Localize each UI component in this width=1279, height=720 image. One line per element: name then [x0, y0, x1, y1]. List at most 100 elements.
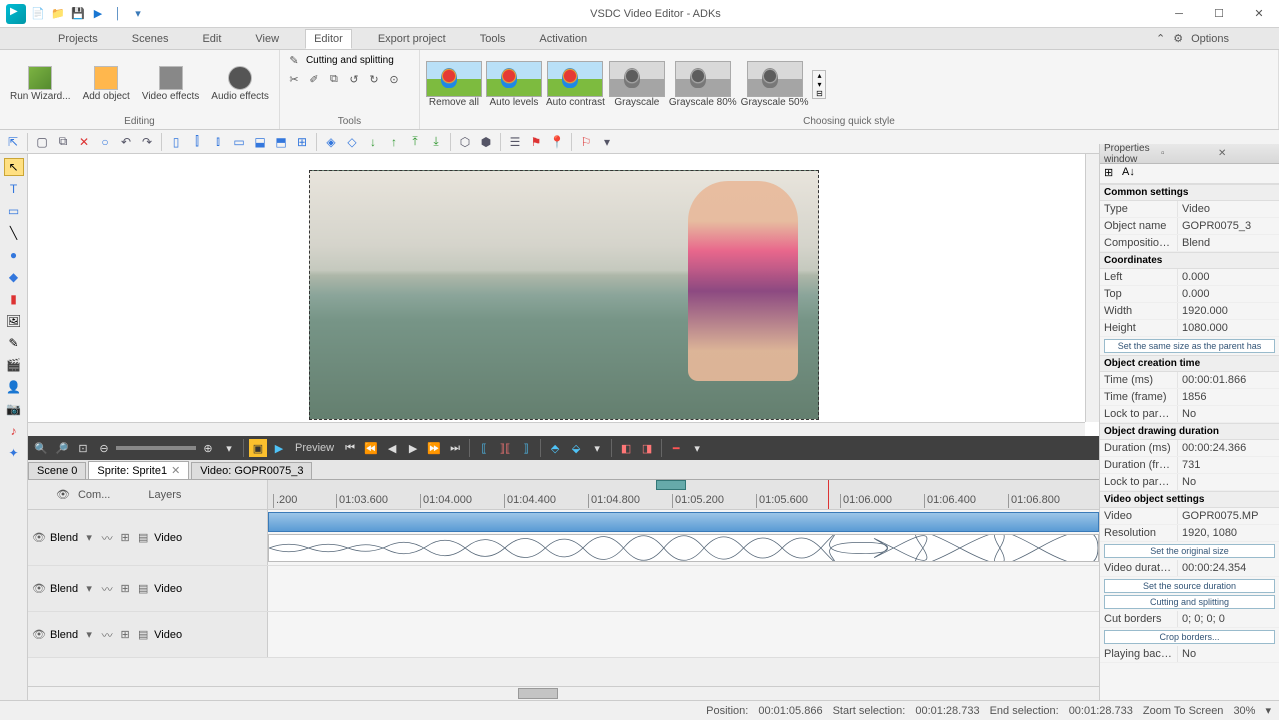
track-lock-icon[interactable]: ⊞ [118, 628, 132, 642]
tb-down-icon[interactable]: ↓ [364, 133, 382, 151]
zoom-minus-icon[interactable]: ⊖ [95, 439, 113, 457]
qat-more-icon[interactable]: ▾ [130, 6, 146, 22]
zoom-slider[interactable] [116, 446, 196, 450]
step-back-icon[interactable]: ◀ [383, 439, 401, 457]
preview-toggle-icon[interactable]: ▣ [249, 439, 267, 457]
track-eye-icon[interactable]: 👁 [32, 531, 46, 545]
track-blend[interactable]: Blend [50, 583, 78, 595]
tb-shape-2-icon[interactable]: ⬢ [477, 133, 495, 151]
tb-align-7-icon[interactable]: ⊞ [293, 133, 311, 151]
save-icon[interactable]: 💾 [70, 6, 86, 22]
panel-close-icon[interactable]: ✕ [1218, 148, 1275, 160]
tb-anchor-1-icon[interactable]: ◈ [322, 133, 340, 151]
play-icon[interactable]: ▶ [90, 6, 106, 22]
goto-start-icon[interactable]: ⏮ [341, 439, 359, 457]
prev-frame-icon[interactable]: ⏪ [362, 439, 380, 457]
track-layers-icon[interactable]: ▤ [136, 531, 150, 545]
zoom-out-icon[interactable]: 🔎 [53, 439, 71, 457]
set-original-size-button[interactable]: Set the original size [1104, 544, 1275, 558]
video-effects-button[interactable]: Video effects [138, 64, 203, 104]
tb-align-3-icon[interactable]: ⫾ [209, 133, 227, 151]
maximize-button[interactable]: ☐ [1199, 0, 1239, 28]
set-source-duration-button[interactable]: Set the source duration [1104, 579, 1275, 593]
track-eye-icon[interactable]: 👁 [32, 582, 46, 596]
lt-rect-icon[interactable]: ▭ [4, 202, 24, 220]
lt-text-icon[interactable]: T [4, 180, 24, 198]
preview-canvas[interactable] [309, 170, 819, 420]
status-zoom-label[interactable]: Zoom To Screen [1143, 705, 1224, 717]
cutting-splitting-button[interactable]: Cutting and splitting [1104, 595, 1275, 609]
lt-cam-icon[interactable]: 📷 [4, 400, 24, 418]
section-video[interactable]: Video object settings [1100, 491, 1279, 508]
zoom-fit-icon[interactable]: ⊡ [74, 439, 92, 457]
tb-align-1-icon[interactable]: ▯ [167, 133, 185, 151]
range-out-icon[interactable]: ◨ [638, 439, 656, 457]
video-clip[interactable] [268, 512, 1099, 532]
track-blend[interactable]: Blend [50, 629, 78, 641]
lt-select-icon[interactable]: ↖ [4, 158, 24, 176]
tool-icon-3[interactable]: ⧉ [326, 71, 342, 87]
split-icon[interactable]: ⟧⟦ [496, 439, 514, 457]
run-wizard-button[interactable]: Run Wizard... [6, 64, 75, 104]
track-layers-icon[interactable]: ▤ [136, 628, 150, 642]
tb-marker-icon[interactable]: ⚐ [577, 133, 595, 151]
section-coords[interactable]: Coordinates [1100, 252, 1279, 269]
play-button[interactable]: ▶ [270, 439, 288, 457]
sort-cat-icon[interactable]: ⊞ [1104, 166, 1118, 180]
track-content[interactable] [268, 510, 1099, 565]
timeline-scrollbar[interactable] [28, 686, 1099, 700]
tb-redo-icon[interactable]: ↷ [138, 133, 156, 151]
tb-align-6-icon[interactable]: ⬒ [272, 133, 290, 151]
marker-in-icon[interactable]: ⟦ [475, 439, 493, 457]
style-auto-levels[interactable]: Auto levels [486, 61, 542, 108]
color-drop-icon[interactable]: ▾ [688, 439, 706, 457]
audio-waveform[interactable] [268, 534, 1099, 562]
lt-ellipse-icon[interactable]: ● [4, 246, 24, 264]
tb-anchor-2-icon[interactable]: ◇ [343, 133, 361, 151]
tb-flag-icon[interactable]: ⚑ [527, 133, 545, 151]
zoom-dropdown-icon[interactable]: ▾ [220, 439, 238, 457]
cutting-splitting-button[interactable]: Cutting and splitting [306, 55, 394, 66]
tb-up-icon[interactable]: ↑ [385, 133, 403, 151]
preview-scroll-v[interactable] [1085, 154, 1099, 422]
zoom-plus-icon[interactable]: ⊕ [199, 439, 217, 457]
open-icon[interactable]: 📁 [50, 6, 66, 22]
tb-copy-icon[interactable]: ⧉ [54, 133, 72, 151]
tab-sprite[interactable]: Sprite: Sprite1✕ [88, 461, 189, 479]
close-button[interactable]: ✕ [1239, 0, 1279, 28]
tb-more-icon[interactable]: ▾ [598, 133, 616, 151]
tb-align-4-icon[interactable]: ▭ [230, 133, 248, 151]
tool-icon-1[interactable]: ✂ [286, 71, 302, 87]
playhead[interactable] [828, 480, 829, 509]
tb-top-icon[interactable]: ⤒ [406, 133, 424, 151]
lt-audio-icon[interactable]: ♪ [4, 422, 24, 440]
next-frame-icon[interactable]: ⏩ [425, 439, 443, 457]
new-icon[interactable]: 📄 [30, 6, 46, 22]
marker-out-icon[interactable]: ⟧ [517, 439, 535, 457]
snap-1-icon[interactable]: ⬘ [546, 439, 564, 457]
minimize-button[interactable]: ─ [1159, 0, 1199, 28]
audio-effects-button[interactable]: Audio effects [207, 64, 273, 104]
track-audio-icon[interactable]: 〰 [100, 531, 114, 545]
tool-icon-5[interactable]: ↻ [366, 71, 382, 87]
track-audio-icon[interactable]: 〰 [100, 582, 114, 596]
tb-shape-1-icon[interactable]: ⬡ [456, 133, 474, 151]
menu-tools[interactable]: Tools [472, 30, 514, 48]
lt-line-icon[interactable]: ╲ [4, 224, 24, 242]
status-zoom[interactable]: 30% [1233, 705, 1255, 717]
style-auto-contrast[interactable]: Auto contrast [546, 61, 605, 108]
range-in-icon[interactable]: ◧ [617, 439, 635, 457]
snap-2-icon[interactable]: ⬙ [567, 439, 585, 457]
panel-pin-icon[interactable]: ▫ [1161, 148, 1218, 160]
track-audio-icon[interactable]: 〰 [100, 628, 114, 642]
goto-end-icon[interactable]: ⏭ [446, 439, 464, 457]
style-grayscale-50[interactable]: Grayscale 50% [741, 61, 809, 108]
menu-edit[interactable]: Edit [194, 30, 229, 48]
lt-draw-icon[interactable]: ✎ [4, 334, 24, 352]
track-content[interactable] [268, 566, 1099, 611]
menu-editor[interactable]: Editor [305, 29, 352, 49]
lt-fx-icon[interactable]: ✦ [4, 444, 24, 462]
menu-activation[interactable]: Activation [531, 30, 595, 48]
section-creation[interactable]: Object creation time [1100, 355, 1279, 372]
menu-scenes[interactable]: Scenes [124, 30, 177, 48]
